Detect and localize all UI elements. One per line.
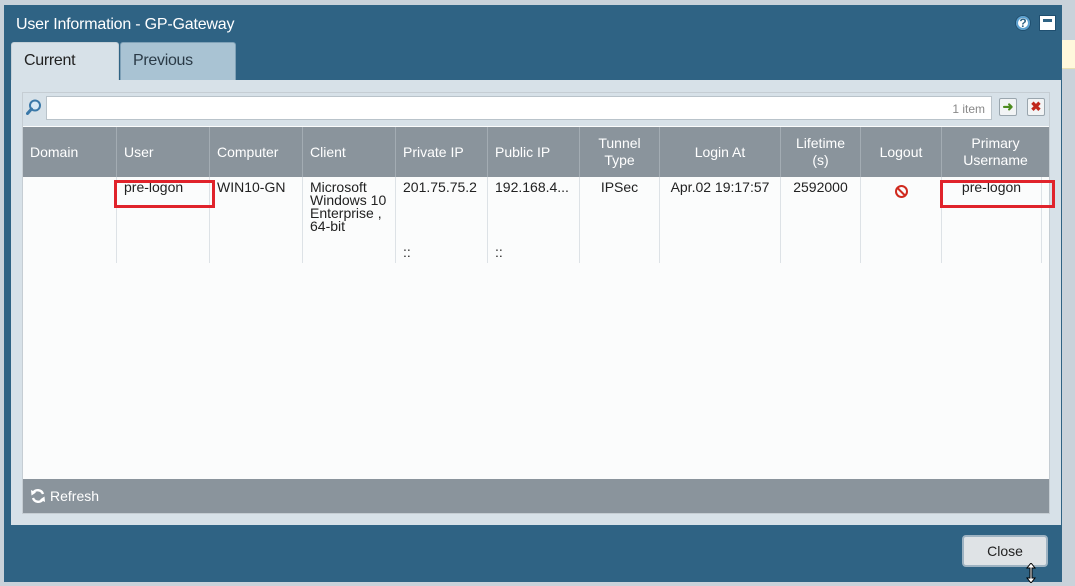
cell-tunnel-type: IPSec bbox=[580, 177, 660, 263]
header-computer[interactable]: Computer bbox=[210, 127, 303, 177]
highlight-user bbox=[114, 180, 215, 208]
close-icon: ✖ bbox=[1030, 99, 1042, 114]
item-count: 1 item bbox=[952, 102, 985, 116]
resize-cursor-icon bbox=[1026, 563, 1036, 583]
header-domain[interactable]: Domain bbox=[23, 127, 117, 177]
cell-client: Microsoft Windows 10 Enterprise , 64-bit bbox=[303, 177, 396, 263]
tab-current-user[interactable]: Current User bbox=[11, 42, 119, 105]
tab-previous-user[interactable]: Previous User bbox=[120, 42, 236, 105]
search-input[interactable]: 1 item bbox=[46, 96, 992, 120]
title-icons: ? bbox=[1015, 15, 1056, 31]
user-information-dialog: User Information - GP-Gateway ? Current … bbox=[4, 5, 1062, 582]
private-ip-v4: 201.75.75.2 bbox=[403, 179, 477, 195]
user-grid: 1 item ➜ ✖ Domain User Computer Client P… bbox=[22, 92, 1055, 514]
refresh-label: Refresh bbox=[50, 488, 100, 504]
cell-login-at: Apr.02 19:17:57 bbox=[660, 177, 781, 263]
header-logout[interactable]: Logout bbox=[861, 127, 942, 177]
search-icon bbox=[26, 99, 41, 115]
maximize-icon[interactable] bbox=[1039, 15, 1056, 31]
refresh-button[interactable]: Refresh bbox=[30, 488, 99, 504]
header-private-ip[interactable]: Private IP bbox=[396, 127, 488, 177]
cell-domain bbox=[23, 177, 117, 263]
cell-logout bbox=[861, 177, 942, 263]
header-public-ip[interactable]: Public IP bbox=[488, 127, 580, 177]
arrow-right-icon: ➜ bbox=[1002, 99, 1014, 114]
cell-computer: WIN10-GN bbox=[210, 177, 303, 263]
apply-filter-button[interactable]: ➜ bbox=[999, 98, 1017, 116]
header-user[interactable]: User bbox=[117, 127, 210, 177]
search-bar: 1 item ➜ ✖ bbox=[23, 93, 1049, 126]
background-banner bbox=[1062, 40, 1075, 69]
highlight-primary-username bbox=[940, 180, 1055, 208]
header-primary-username[interactable]: Primary Username bbox=[942, 127, 1049, 177]
public-ip-v6: :: bbox=[495, 244, 503, 260]
clear-filter-button[interactable]: ✖ bbox=[1027, 98, 1045, 116]
header-client[interactable]: Client bbox=[303, 127, 396, 177]
tab-panel: 1 item ➜ ✖ Domain User Computer Client P… bbox=[11, 80, 1061, 525]
public-ip-v4: 192.168.4... bbox=[495, 179, 569, 195]
help-icon[interactable]: ? bbox=[1015, 15, 1031, 31]
dialog-title: User Information - GP-Gateway bbox=[16, 16, 235, 33]
refresh-icon bbox=[31, 489, 45, 503]
cell-private-ip: 201.75.75.2 :: bbox=[396, 177, 488, 263]
grid-toolbar: Refresh bbox=[23, 479, 1049, 513]
header-tunnel-type[interactable]: Tunnel Type bbox=[580, 127, 660, 177]
cell-public-ip: 192.168.4... :: bbox=[488, 177, 580, 263]
table-header: Domain User Computer Client Private IP P… bbox=[23, 127, 1049, 177]
private-ip-v6: :: bbox=[403, 244, 411, 260]
header-lifetime[interactable]: Lifetime (s) bbox=[781, 127, 861, 177]
no-entry-icon[interactable] bbox=[894, 185, 908, 198]
header-login-at[interactable]: Login At bbox=[660, 127, 781, 177]
cell-lifetime: 2592000 bbox=[781, 177, 861, 263]
